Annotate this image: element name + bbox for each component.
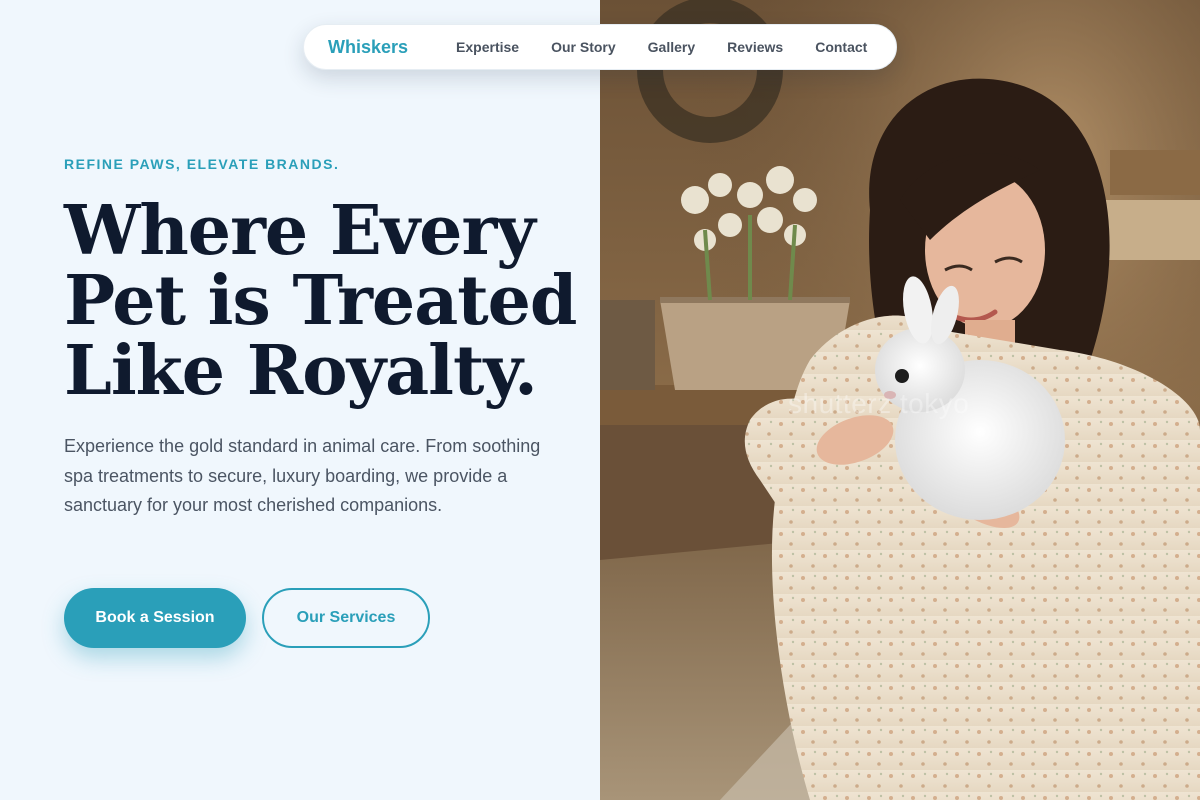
headline-line-2: Pet is Treated — [64, 261, 577, 341]
headline-line-1: Where Every — [64, 191, 536, 271]
hero-description: Experience the gold standard in animal c… — [64, 436, 541, 515]
nav-item-gallery[interactable]: Gallery — [648, 39, 695, 55]
nav-item-our-story[interactable]: Our Story — [551, 39, 616, 55]
nav-links: Expertise Our Story Gallery Reviews Cont… — [456, 39, 867, 55]
hero-headline: Where Every Pet is Treated Like Royalty. — [64, 196, 584, 406]
nav-item-reviews[interactable]: Reviews — [727, 39, 783, 55]
nav-item-contact[interactable]: Contact — [815, 39, 867, 55]
top-navigation: Whiskers Expertise Our Story Gallery Rev… — [303, 24, 897, 70]
hero-photo: shutterz tokyo — [600, 0, 1200, 800]
brand-logo[interactable]: Whiskers — [328, 37, 408, 58]
hero-eyebrow: REFINE PAWS, ELEVATE BRANDS. — [64, 156, 340, 172]
headline-line-3: Like Royalty. — [64, 331, 538, 411]
nav-item-expertise[interactable]: Expertise — [456, 39, 519, 55]
book-session-button[interactable]: Book a Session — [64, 588, 246, 648]
photo-watermark: shutterz tokyo — [788, 388, 970, 419]
hero-left-pane: REFINE PAWS, ELEVATE BRANDS. Where Every… — [0, 0, 600, 800]
our-services-button[interactable]: Our Services — [262, 588, 430, 648]
